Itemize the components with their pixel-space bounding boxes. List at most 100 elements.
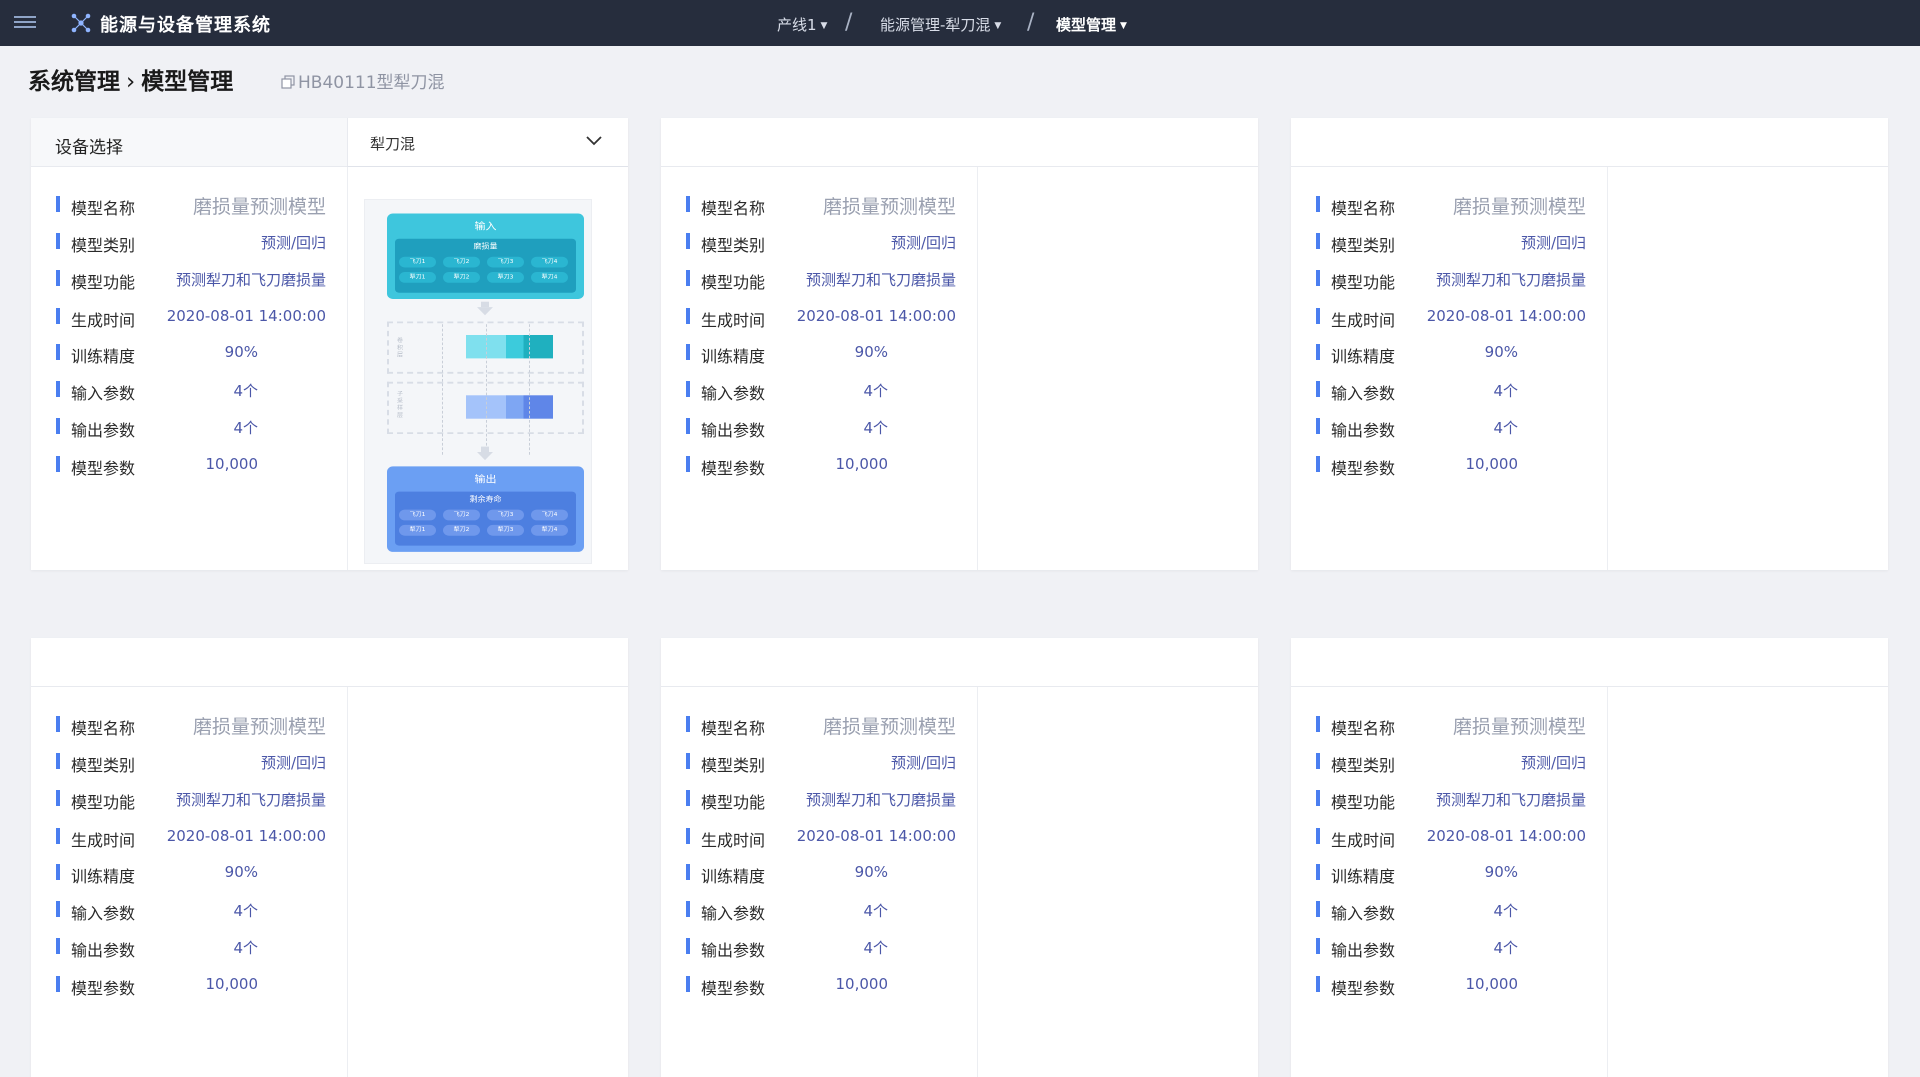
field-value-function: 预测犁刀和飞刀磨损量	[175, 271, 326, 289]
field-label: 模型功能	[701, 273, 766, 292]
info-row-params: 模型参数 10,000	[1316, 454, 1586, 478]
chevron-right-icon: ›	[126, 69, 136, 95]
accent-bar	[686, 233, 690, 249]
diagram-output-group: 剩余寿命 飞刀1 飞刀2 飞刀3 飞刀4 犁刀1 犁刀2 犁刀3 犁刀4	[395, 491, 576, 546]
accent-bar	[686, 381, 690, 397]
field-value-accuracy: 90%	[224, 343, 258, 361]
diagram-chip: 犁刀1	[399, 272, 436, 283]
accent-bar	[56, 901, 60, 917]
diagram-chip: 飞刀1	[399, 509, 436, 521]
accent-bar	[686, 938, 690, 954]
field-label: 模型参数	[71, 979, 136, 998]
diagram-chip: 飞刀2	[443, 256, 480, 268]
card-header: 设备选择 犁刀混	[31, 118, 628, 167]
info-row-accuracy: 训练精度 90%	[56, 862, 326, 886]
nav-crumb-model[interactable]: 模型管理 ▼	[1056, 14, 1127, 35]
field-value-outputs: 4个	[863, 939, 888, 957]
info-row-accuracy: 训练精度 90%	[686, 862, 956, 886]
diagram-chip: 犁刀1	[399, 524, 436, 536]
field-value-name: 磨损量预测模型	[192, 196, 326, 218]
card-header	[1291, 118, 1888, 167]
field-value-name: 磨损量预测模型	[822, 196, 956, 218]
model-card: 模型名称 磨损量预测模型 模型类别 预测/回归 模型功能 预测犁刀和飞刀磨损量 …	[1291, 638, 1888, 1077]
accent-bar	[56, 418, 60, 434]
model-card: 模型名称 磨损量预测模型 模型类别 预测/回归 模型功能 预测犁刀和飞刀磨损量 …	[1291, 118, 1888, 570]
page-title: 系统管理 › 模型管理	[28, 62, 233, 96]
info-row-name: 模型名称 磨损量预测模型	[1316, 194, 1586, 218]
device-select-dropdown[interactable]: 犁刀混	[347, 118, 628, 167]
field-value-function: 预测犁刀和飞刀磨损量	[805, 791, 956, 809]
app-title: 能源与设备管理系统	[100, 15, 271, 36]
field-label: 训练精度	[71, 867, 136, 886]
field-value-category: 预测/回归	[260, 234, 326, 252]
copy-icon	[281, 75, 295, 89]
field-label: 输出参数	[701, 421, 766, 440]
diagram-input-title: 输入	[474, 220, 497, 233]
card-divider	[977, 167, 978, 570]
accent-bar	[1316, 828, 1320, 844]
info-row-category: 模型类别 预测/回归	[1316, 751, 1586, 775]
field-value-name: 磨损量预测模型	[192, 716, 326, 738]
info-row-category: 模型类别 预测/回归	[1316, 231, 1586, 255]
field-value-params: 10,000	[835, 975, 889, 993]
diagram-chip: 飞刀3	[487, 509, 524, 521]
field-value-name: 磨损量预测模型	[822, 716, 956, 738]
model-card: 设备选择 犁刀混 模型名称 磨损量预测模型 模型类别 预测/回归 模型功能 预测…	[31, 118, 628, 570]
caret-down-icon: ▼	[1120, 20, 1127, 31]
breadcrumb-root[interactable]: 系统管理	[28, 69, 120, 95]
accent-bar	[1316, 381, 1320, 397]
info-row-inputs: 输入参数 4个	[686, 379, 956, 403]
info-row-outputs: 输出参数 4个	[1316, 936, 1586, 960]
field-value-inputs: 4个	[863, 382, 888, 400]
card-divider	[347, 167, 348, 570]
hamburger-menu-icon[interactable]	[14, 13, 36, 33]
network-logo-icon	[71, 13, 91, 33]
info-row-params: 模型参数 10,000	[1316, 974, 1586, 998]
field-label: 输入参数	[71, 384, 136, 403]
accent-bar	[1316, 753, 1320, 769]
info-row-accuracy: 训练精度 90%	[56, 342, 326, 366]
accent-bar	[1316, 456, 1320, 472]
field-label: 训练精度	[1331, 867, 1396, 886]
field-label: 模型功能	[71, 793, 136, 812]
field-value-category: 预测/回归	[1520, 754, 1586, 772]
info-row-inputs: 输入参数 4个	[56, 899, 326, 923]
info-row-params: 模型参数 10,000	[686, 454, 956, 478]
field-value-outputs: 4个	[233, 939, 258, 957]
field-value-params: 10,000	[1465, 975, 1519, 993]
field-value-params: 10,000	[205, 975, 259, 993]
info-row-inputs: 输入参数 4个	[1316, 379, 1586, 403]
accent-bar	[1316, 790, 1320, 806]
card-header	[661, 638, 1258, 687]
field-label: 模型功能	[1331, 273, 1396, 292]
accent-bar	[1316, 308, 1320, 324]
accent-bar	[56, 456, 60, 472]
nav-crumb-energy[interactable]: 能源管理-犁刀混 ▼	[880, 14, 1001, 35]
info-row-created: 生成时间 2020-08-01 14:00:00	[56, 306, 326, 330]
nav-crumb-line[interactable]: 产线1 ▼	[777, 14, 827, 35]
field-label: 模型参数	[701, 459, 766, 478]
field-value-category: 预测/回归	[890, 234, 956, 252]
card-header	[661, 118, 1258, 167]
diagram-output-group-title: 剩余寿命	[469, 495, 502, 504]
field-value-inputs: 4个	[1493, 382, 1518, 400]
accent-bar	[56, 976, 60, 992]
caret-down-icon: ▼	[820, 20, 828, 31]
field-label: 输出参数	[71, 941, 136, 960]
field-value-accuracy: 90%	[1484, 343, 1518, 361]
field-value-params: 10,000	[205, 455, 259, 473]
diagram-chip: 犁刀2	[443, 524, 480, 536]
accent-bar	[686, 308, 690, 324]
accent-bar	[56, 196, 60, 212]
info-row-category: 模型类别 预测/回归	[56, 751, 326, 775]
accent-bar	[56, 716, 60, 732]
field-label: 生成时间	[71, 311, 136, 330]
diagram-output-title: 输出	[474, 473, 497, 486]
info-row-created: 生成时间 2020-08-01 14:00:00	[1316, 306, 1586, 330]
info-row-inputs: 输入参数 4个	[56, 379, 326, 403]
field-label: 生成时间	[701, 831, 766, 850]
field-label: 模型名称	[71, 719, 136, 738]
field-label: 生成时间	[71, 831, 136, 850]
field-value-accuracy: 90%	[854, 343, 888, 361]
accent-bar	[686, 828, 690, 844]
